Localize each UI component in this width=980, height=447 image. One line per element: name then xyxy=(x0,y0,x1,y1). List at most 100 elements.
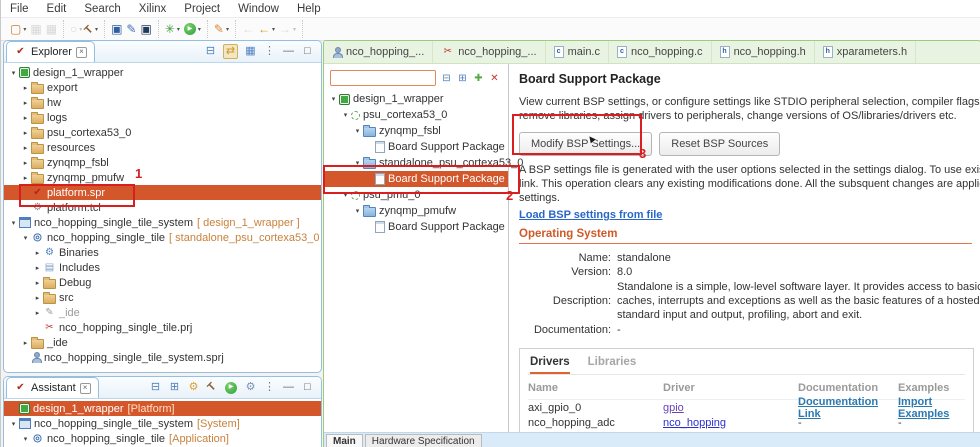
debug-gear-icon[interactable]: ⚙ xyxy=(244,381,257,394)
view-menu-icon[interactable]: ⋮ xyxy=(263,45,276,58)
tree-item-nco-hopping-single-tile-system[interactable]: ▾ nco_hopping_single_tile_system [ design_… xyxy=(4,215,321,230)
tree-item-zynqmp-pmufw[interactable]: ▾ zynqmp_pmufw xyxy=(324,203,508,219)
twistie-icon[interactable]: ▸ xyxy=(20,99,31,107)
menu-window[interactable]: Window xyxy=(229,3,288,15)
load-bsp-settings-link[interactable]: Load BSP settings from file xyxy=(519,209,662,221)
profile-button[interactable]: ✎ ▾ xyxy=(214,23,229,35)
twistie-icon[interactable]: ▸ xyxy=(32,279,43,287)
tree-item-board-support-package[interactable]: Board Support Package xyxy=(324,139,508,155)
bsp-filter-input[interactable] xyxy=(330,70,436,86)
link-editor-icon[interactable]: ⇄ xyxy=(223,44,238,59)
tree-item-platform-spr[interactable]: platform.spr xyxy=(4,185,321,200)
forward-button[interactable]: → ▾ xyxy=(279,23,296,35)
back-button[interactable]: ← ▾ xyxy=(258,23,275,35)
modify-bsp-settings-button[interactable]: Modify BSP Settings... xyxy=(519,132,653,156)
build-hammer-button[interactable]: T ▾ xyxy=(83,23,98,36)
tree-item-resources[interactable]: ▸ resources xyxy=(4,140,321,155)
menu-project[interactable]: Project xyxy=(175,3,229,15)
collapse-all-icon[interactable]: ⊟ xyxy=(440,73,453,84)
tree-item-design-1-wrapper[interactable]: ▾ design_1_wrapper xyxy=(4,65,321,80)
twistie-icon[interactable]: ▸ xyxy=(20,339,31,347)
tab-libraries[interactable]: Libraries xyxy=(588,356,637,374)
tree-item-export[interactable]: ▸ export xyxy=(4,80,321,95)
driver-link-gpio[interactable]: gpio xyxy=(663,402,684,414)
bottom-tab-hardware-specification[interactable]: Hardware Specification xyxy=(364,434,482,447)
build-hammer-icon[interactable]: T xyxy=(206,381,219,394)
tree-item-nco-hopping-single-tile-system[interactable]: ▾ nco_hopping_single_tile_system [System] xyxy=(4,416,321,431)
expand-all-icon[interactable]: ⊞ xyxy=(456,73,469,84)
twistie-icon[interactable]: ▾ xyxy=(352,207,363,215)
run-button[interactable]: ▶ ▾ xyxy=(183,23,201,35)
editor-tab-nco-hopping[interactable]: nco_hopping_... xyxy=(433,41,546,63)
explorer-view-tab[interactable]: Explorer xyxy=(6,41,95,62)
menu-xilinx[interactable]: Xilinx xyxy=(130,3,175,15)
editor-tab-nco-hopping-h[interactable]: nco_hopping.h xyxy=(712,41,815,63)
tree-item-zynqmp-fsbl[interactable]: ▾ zynqmp_fsbl xyxy=(324,123,508,139)
twistie-icon[interactable]: ▸ xyxy=(20,114,31,122)
dropdown-caret-icon[interactable]: ▾ xyxy=(272,26,275,33)
console-window-button[interactable]: ▣ xyxy=(140,23,151,35)
collapse-all-icon[interactable]: ⊟ xyxy=(204,45,217,58)
minimize-icon[interactable]: — xyxy=(282,45,295,58)
collapse-all-icon[interactable]: ⊟ xyxy=(149,381,162,394)
tree-item-design-1-wrapper[interactable]: ▾ design_1_wrapper xyxy=(324,91,508,107)
maximize-icon[interactable]: □ xyxy=(301,45,314,58)
twistie-icon[interactable]: ▾ xyxy=(20,435,31,443)
twistie-icon[interactable]: ▾ xyxy=(8,420,19,428)
tree-item-design-1-wrapper[interactable]: design_1_wrapper [Platform] xyxy=(4,401,321,416)
twistie-icon[interactable]: ▸ xyxy=(20,174,31,182)
dropdown-caret-icon[interactable]: ▾ xyxy=(177,26,180,33)
view-menu-icon[interactable]: ⋮ xyxy=(263,381,276,394)
tree-item-src[interactable]: ▸ src xyxy=(4,290,321,305)
tree-item-psu-cortexa53-0[interactable]: ▾ psu_cortexa53_0 xyxy=(324,107,508,123)
menu-file[interactable]: File xyxy=(1,3,38,15)
add-item-icon[interactable]: ✚ xyxy=(472,73,485,84)
twistie-icon[interactable]: ▸ xyxy=(32,294,43,302)
tree-item-nco-hopping-single-tile[interactable]: ▾ nco_hopping_single_tile[Application] xyxy=(4,431,321,446)
reset-bsp-sources-button[interactable]: Reset BSP Sources xyxy=(659,132,781,156)
new-wizard-button[interactable]: ▢ ▾ xyxy=(10,23,26,35)
import-icon[interactable]: ▦ xyxy=(244,45,257,58)
menu-edit[interactable]: Edit xyxy=(38,3,76,15)
save-all-button[interactable]: ▦ xyxy=(46,23,57,35)
driver-link-nco-hopping[interactable]: nco_hopping xyxy=(663,417,726,429)
tree-item-debug[interactable]: ▸ Debug xyxy=(4,275,321,290)
twistie-icon[interactable]: ▸ xyxy=(20,159,31,167)
minimize-icon[interactable]: — xyxy=(282,381,295,394)
tree-item-logs[interactable]: ▸ logs xyxy=(4,110,321,125)
settings-gear-icon[interactable]: ⚙ xyxy=(187,381,200,394)
tree-item-ide[interactable]: ▸ _ide xyxy=(4,305,321,320)
twistie-icon[interactable]: ▾ xyxy=(20,234,31,242)
expand-all-icon[interactable]: ⊞ xyxy=(168,381,181,394)
driver-link[interactable]: nco_hopping xyxy=(663,417,798,429)
tree-item-nco-hopping-single-tile[interactable]: ▾ nco_hopping_single_tile[ standalone_psu… xyxy=(4,230,321,245)
twistie-icon[interactable]: ▾ xyxy=(328,95,339,103)
tree-item-ide[interactable]: ▸ _ide xyxy=(4,335,321,350)
tree-item-includes[interactable]: ▸ Includes xyxy=(4,260,321,275)
editor-tab-xparameters-h[interactable]: xparameters.h xyxy=(815,41,917,63)
remove-item-icon[interactable]: ✕ xyxy=(488,73,501,84)
twistie-icon[interactable]: ▸ xyxy=(32,264,43,272)
run-icon[interactable]: ▶ xyxy=(225,381,238,394)
debug-config-button[interactable]: ✎ xyxy=(126,23,136,35)
tree-item-board-support-package[interactable]: Board Support Package xyxy=(324,171,508,187)
tree-item-standalone-psu-cortexa53-0[interactable]: ▾ standalone_psu_cortexa53_0 xyxy=(324,155,523,171)
tree-item-nco-hopping-single-tile-system-sprj[interactable]: nco_hopping_single_tile_system.sprj xyxy=(4,350,321,365)
tree-item-zynqmp-fsbl[interactable]: ▸ zynqmp_fsbl xyxy=(4,155,321,170)
dropdown-caret-icon[interactable]: ▾ xyxy=(23,26,26,33)
save-button[interactable]: ▦ xyxy=(30,23,41,35)
dropdown-caret-icon[interactable]: ▾ xyxy=(226,26,229,33)
driver-link[interactable]: gpio xyxy=(663,402,798,414)
bottom-tab-main[interactable]: Main xyxy=(326,434,363,447)
view-marker-icon[interactable] xyxy=(79,382,91,394)
twistie-icon[interactable]: ▸ xyxy=(32,249,43,257)
twistie-icon[interactable]: ▾ xyxy=(352,159,363,167)
menu-help[interactable]: Help xyxy=(288,3,330,15)
twistie-icon[interactable]: ▾ xyxy=(340,191,351,199)
assistant-view-tab[interactable]: Assistant xyxy=(6,377,99,398)
editor-tab-main-c[interactable]: main.c xyxy=(546,41,609,63)
twistie-icon[interactable]: ▾ xyxy=(8,219,19,227)
back-button[interactable]: ← xyxy=(242,23,254,35)
view-marker-icon[interactable] xyxy=(75,46,87,58)
dropdown-caret-icon[interactable]: ▾ xyxy=(293,26,296,33)
